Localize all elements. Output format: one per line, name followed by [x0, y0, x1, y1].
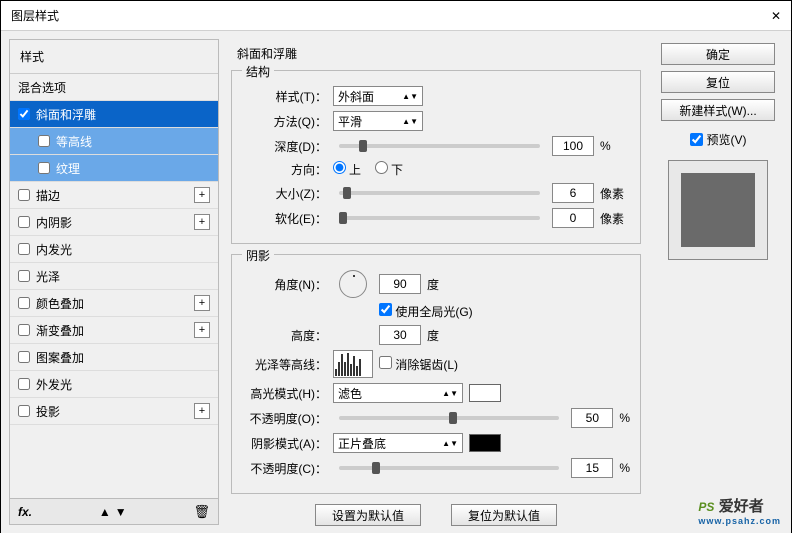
- item-drop-shadow[interactable]: 投影+: [10, 398, 218, 425]
- depth-slider[interactable]: [339, 144, 540, 148]
- angle-label: 角度(N)：: [242, 276, 327, 293]
- new-style-button[interactable]: 新建样式(W)...: [661, 99, 775, 121]
- size-input[interactable]: 6: [552, 183, 594, 203]
- item-contour[interactable]: 等高线: [10, 128, 218, 155]
- soften-slider[interactable]: [339, 216, 540, 220]
- chk-stroke[interactable]: [18, 189, 30, 201]
- preview-checkbox[interactable]: 预览(V): [690, 131, 747, 148]
- chk-bevel[interactable]: [18, 108, 30, 120]
- technique-label: 方法(Q)：: [242, 113, 327, 130]
- set-default-button[interactable]: 设置为默认值: [315, 504, 421, 526]
- shadow-opacity-label: 不透明度(C)：: [242, 460, 327, 477]
- chk-satin[interactable]: [18, 270, 30, 282]
- highlight-opacity-input[interactable]: 50: [571, 408, 613, 428]
- arrow-down-icon[interactable]: ▼: [115, 505, 127, 519]
- styles-panel: 样式 混合选项 斜面和浮雕 等高线 纹理 描边+ 内阴影+ 内发光 光泽 颜色叠…: [9, 39, 219, 525]
- item-satin[interactable]: 光泽: [10, 263, 218, 290]
- shadow-color[interactable]: [469, 434, 501, 452]
- highlight-mode-label: 高光模式(H)：: [242, 385, 327, 402]
- style-label: 样式(T)：: [242, 88, 327, 105]
- plus-icon[interactable]: +: [194, 403, 210, 419]
- fx-menu[interactable]: fx.: [18, 505, 32, 519]
- technique-combo[interactable]: 平滑▲▼: [333, 111, 423, 131]
- chk-coloroverlay[interactable]: [18, 297, 30, 309]
- shadow-mode-combo[interactable]: 正片叠底▲▼: [333, 433, 463, 453]
- chk-gradoverlay[interactable]: [18, 324, 30, 336]
- altitude-input[interactable]: 30: [379, 325, 421, 345]
- highlight-color[interactable]: [469, 384, 501, 402]
- gloss-contour[interactable]: [333, 350, 373, 378]
- shadow-opacity-input[interactable]: 15: [571, 458, 613, 478]
- item-color-overlay[interactable]: 颜色叠加+: [10, 290, 218, 317]
- gloss-label: 光泽等高线：: [242, 356, 327, 373]
- item-inner-glow[interactable]: 内发光: [10, 236, 218, 263]
- depth-input[interactable]: 100: [552, 136, 594, 156]
- item-bevel[interactable]: 斜面和浮雕: [10, 101, 218, 128]
- reset-default-button[interactable]: 复位为默认值: [451, 504, 557, 526]
- chk-outerglow[interactable]: [18, 378, 30, 390]
- chk-innerglow[interactable]: [18, 243, 30, 255]
- item-texture[interactable]: 纹理: [10, 155, 218, 182]
- plus-icon[interactable]: +: [194, 214, 210, 230]
- panel-heading: 斜面和浮雕: [237, 45, 641, 62]
- item-inner-shadow[interactable]: 内阴影+: [10, 209, 218, 236]
- size-slider[interactable]: [339, 191, 540, 195]
- ok-button[interactable]: 确定: [661, 43, 775, 65]
- structure-group: 结构 样式(T)：外斜面▲▼ 方法(Q)：平滑▲▼ 深度(D)：100% 方向：…: [231, 70, 641, 244]
- trash-icon[interactable]: 🗑: [193, 504, 210, 520]
- angle-dial[interactable]: [339, 270, 367, 298]
- shading-title: 阴影: [242, 247, 274, 264]
- item-outer-glow[interactable]: 外发光: [10, 371, 218, 398]
- dir-down[interactable]: 下: [375, 161, 403, 178]
- angle-input[interactable]: 90: [379, 274, 421, 294]
- direction-label: 方向：: [242, 161, 327, 178]
- blending-options[interactable]: 混合选项: [10, 74, 218, 101]
- highlight-opacity-slider[interactable]: [339, 416, 559, 420]
- item-pattern-overlay[interactable]: 图案叠加: [10, 344, 218, 371]
- close-icon[interactable]: ✕: [771, 9, 781, 23]
- chk-innershadow[interactable]: [18, 216, 30, 228]
- structure-title: 结构: [242, 63, 274, 80]
- antialias[interactable]: 消除锯齿(L): [379, 356, 458, 373]
- highlight-opacity-label: 不透明度(O)：: [242, 410, 327, 427]
- size-label: 大小(Z)：: [242, 185, 327, 202]
- chk-texture[interactable]: [38, 162, 50, 174]
- watermark: PS 爱好者 www.psahz.com: [698, 495, 781, 526]
- shading-group: 阴影 角度(N)： 90度 使用全局光(G) 高度：30度 光泽等高线： 消除锯…: [231, 254, 641, 494]
- window-title: 图层样式: [11, 7, 59, 24]
- plus-icon[interactable]: +: [194, 295, 210, 311]
- soften-label: 软化(E)：: [242, 210, 327, 227]
- depth-label: 深度(D)：: [242, 138, 327, 155]
- shadow-mode-label: 阴影模式(A)：: [242, 435, 327, 452]
- highlight-mode-combo[interactable]: 滤色▲▼: [333, 383, 463, 403]
- chk-pattoverlay[interactable]: [18, 351, 30, 363]
- chk-dropshadow[interactable]: [18, 405, 30, 417]
- preview-box: [668, 160, 768, 260]
- styles-header: 样式: [10, 40, 218, 74]
- plus-icon[interactable]: +: [194, 322, 210, 338]
- item-stroke[interactable]: 描边+: [10, 182, 218, 209]
- plus-icon[interactable]: +: [194, 187, 210, 203]
- shadow-opacity-slider[interactable]: [339, 466, 559, 470]
- global-light[interactable]: 使用全局光(G): [379, 303, 473, 320]
- item-gradient-overlay[interactable]: 渐变叠加+: [10, 317, 218, 344]
- altitude-label: 高度：: [242, 327, 327, 344]
- soften-input[interactable]: 0: [552, 208, 594, 228]
- cancel-button[interactable]: 复位: [661, 71, 775, 93]
- chk-contour[interactable]: [38, 135, 50, 147]
- dir-up[interactable]: 上: [333, 161, 361, 178]
- arrow-up-icon[interactable]: ▲: [99, 505, 111, 519]
- style-combo[interactable]: 外斜面▲▼: [333, 86, 423, 106]
